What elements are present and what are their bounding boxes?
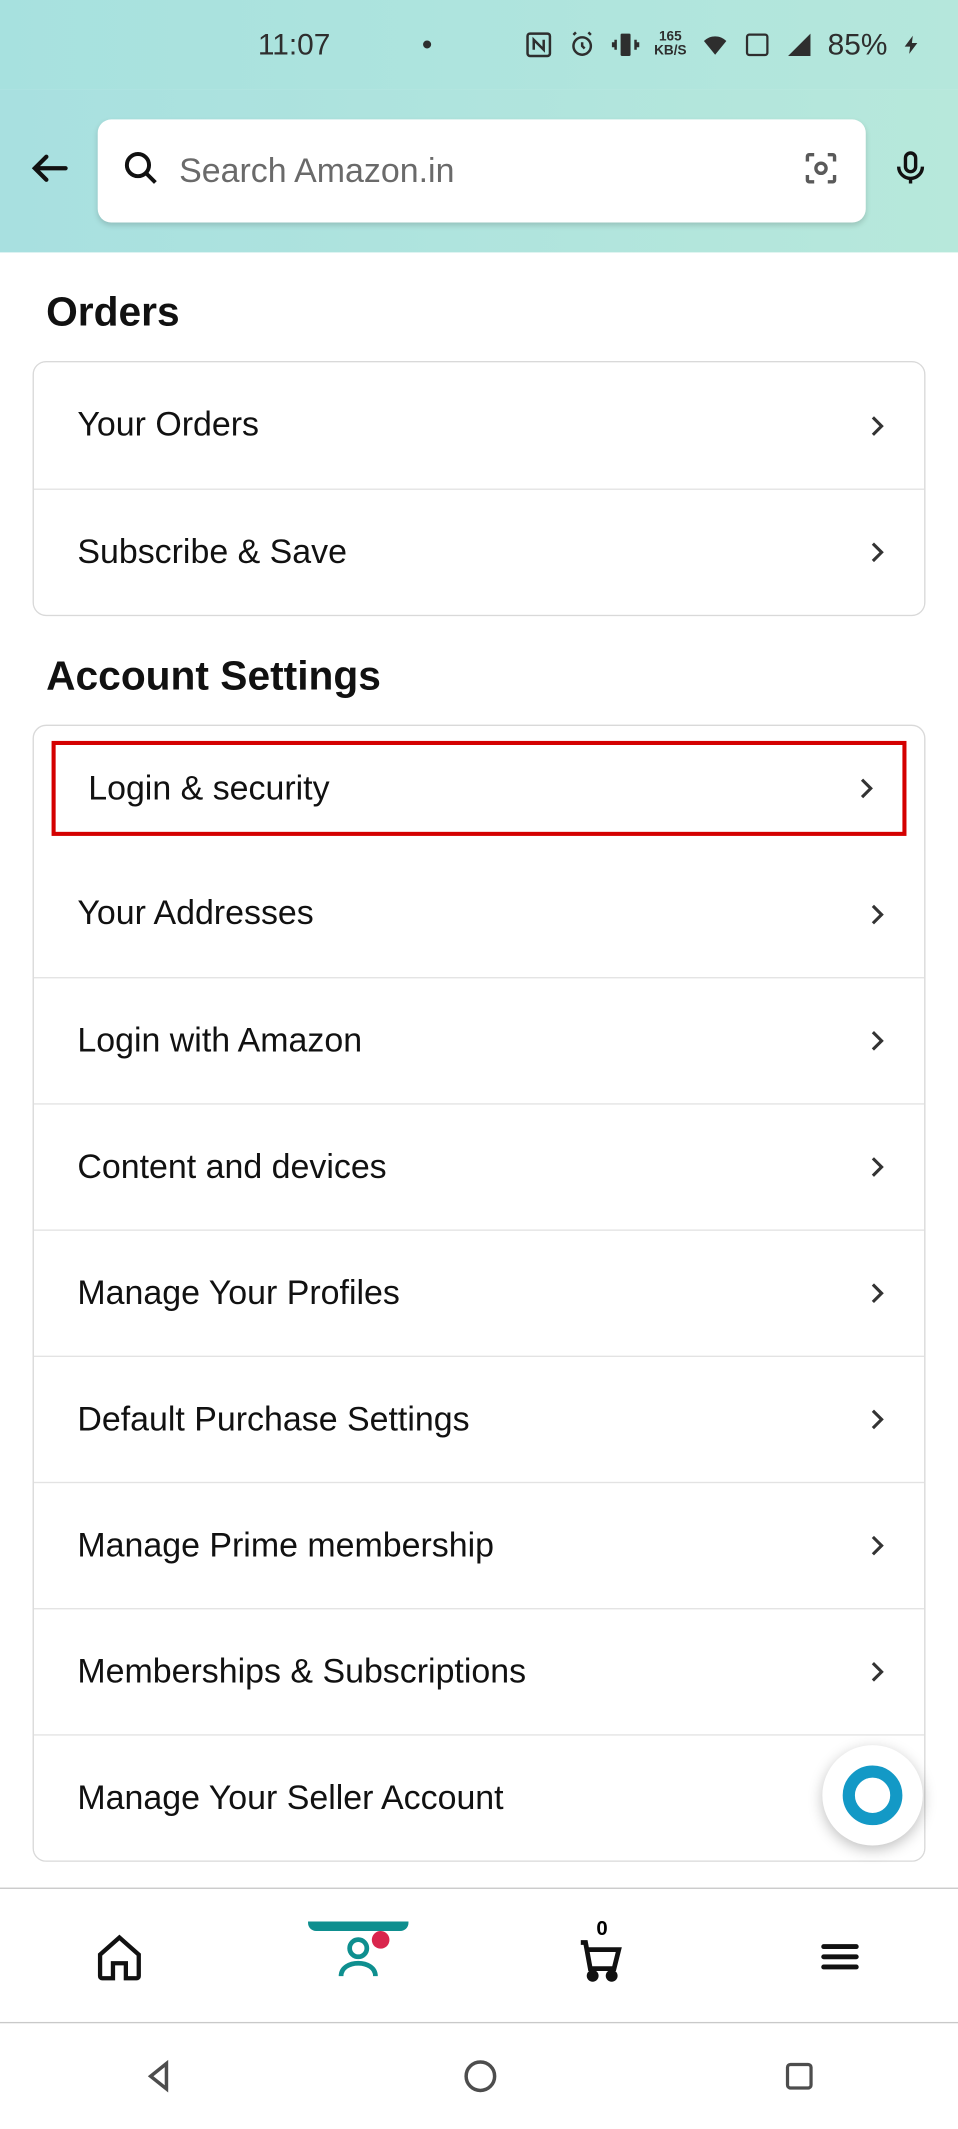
lens-icon[interactable] [801,147,842,194]
orders-card: Your Orders Subscribe & Save [33,361,926,616]
nfc-icon [524,30,554,60]
row-label: Manage Prime membership [77,1526,494,1565]
row-default-purchase[interactable]: Default Purchase Settings [34,1356,924,1482]
chevron-right-icon [862,899,892,929]
home-icon [94,1930,146,1982]
chevron-right-icon [851,773,881,803]
row-manage-profiles[interactable]: Manage Your Profiles [34,1229,924,1355]
charging-icon [901,30,923,60]
row-manage-seller[interactable]: Manage Your Seller Account [34,1734,924,1860]
row-memberships-subscriptions[interactable]: Memberships & Subscriptions [34,1608,924,1734]
battery-text: 85% [828,27,888,62]
row-label: Your Orders [77,406,259,445]
row-your-orders[interactable]: Your Orders [34,362,924,488]
netspeed-icon: 165KB/S [654,31,686,58]
sys-back[interactable] [141,2057,179,2102]
row-your-addresses[interactable]: Your Addresses [34,851,924,977]
row-label: Content and devices [77,1147,386,1186]
alexa-icon [843,1765,903,1825]
hamburger-icon [816,1932,865,1981]
system-nav [0,2031,958,2127]
row-label: Subscribe & Save [77,533,347,572]
search-input[interactable] [179,151,782,190]
clock: 11:07 [258,27,330,62]
chevron-right-icon [862,410,892,440]
search-icon [122,149,160,194]
alexa-button[interactable] [822,1745,922,1845]
row-label: Manage Your Profiles [77,1274,400,1313]
nav-account[interactable] [332,1922,384,1988]
nav-home[interactable] [94,1922,146,1988]
search-box[interactable] [98,119,866,222]
status-bar: 11:07 • 165KB/S 85% [0,0,958,90]
nav-cart[interactable]: 0 [571,1919,628,1991]
row-label: Your Addresses [77,894,313,933]
wifi-icon [700,30,730,60]
app-header [0,90,958,253]
chevron-right-icon [862,537,892,567]
signal-icon [784,30,814,60]
cart-count: 0 [596,1917,607,1940]
alarm-icon [567,30,597,60]
section-account-title: Account Settings [46,654,925,700]
row-subscribe-save[interactable]: Subscribe & Save [34,489,924,615]
sys-home[interactable] [461,2057,499,2102]
row-login-security[interactable]: Login & security [45,734,913,843]
chevron-right-icon [862,1404,892,1434]
row-manage-prime[interactable]: Manage Prime membership [34,1482,924,1608]
nav-menu[interactable] [816,1924,865,1988]
row-label: Manage Your Seller Account [77,1778,503,1817]
content: Orders Your Orders Subscribe & Save Acco… [0,252,958,1861]
chevron-right-icon [862,1531,892,1561]
row-login-with-amazon[interactable]: Login with Amazon [34,977,924,1103]
vibrate-icon [611,30,641,60]
row-label: Memberships & Subscriptions [77,1652,526,1691]
back-button[interactable] [27,145,73,198]
volte-icon [744,31,771,58]
row-label: Login & security [88,769,329,808]
section-orders-title: Orders [46,290,925,336]
row-content-devices[interactable]: Content and devices [34,1103,924,1229]
mic-button[interactable] [890,145,931,198]
chevron-right-icon [862,1657,892,1687]
row-label: Login with Amazon [77,1021,362,1060]
chevron-right-icon [862,1152,892,1182]
sys-recent[interactable] [782,2059,817,2101]
row-label: Default Purchase Settings [77,1400,469,1439]
bottom-nav: 0 [0,1888,958,2024]
chevron-right-icon [862,1278,892,1308]
active-indicator [308,1921,408,1930]
chevron-right-icon [862,1026,892,1056]
notification-dot [372,1930,390,1948]
status-right: 165KB/S 85% [524,27,923,62]
dot-icon: • [422,27,432,62]
account-card: Login & security Your Addresses Login wi… [33,725,926,1862]
